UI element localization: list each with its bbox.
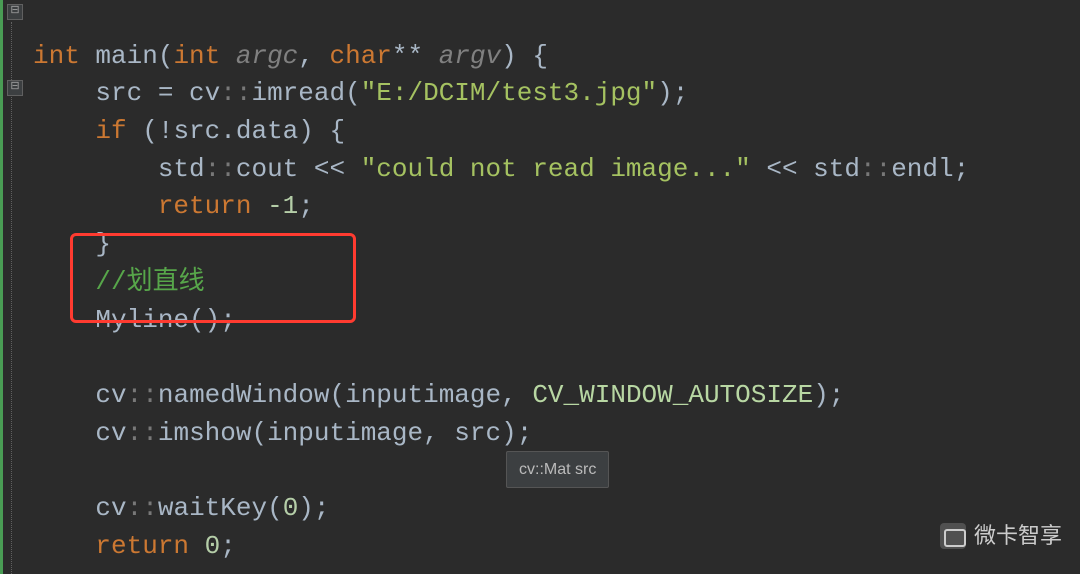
wechat-icon [940,523,966,549]
string-literal: "E:/DCIM/test3.jpg" [361,78,657,108]
hover-tooltip: cv::Mat src [506,451,609,488]
watermark: 微卡智享 [940,520,1062,552]
fold-icon[interactable]: ⊟ [7,4,23,20]
constant: CV_WINDOW_AUTOSIZE [532,380,813,410]
keyword: int [33,41,80,71]
fn-name: main [95,41,157,71]
comment: //划直线 [95,267,204,297]
fold-icon[interactable]: ⊟ [7,80,23,96]
string-literal: "could not read image..." [361,154,751,184]
gutter: ⊟ ⊟ [0,0,25,574]
